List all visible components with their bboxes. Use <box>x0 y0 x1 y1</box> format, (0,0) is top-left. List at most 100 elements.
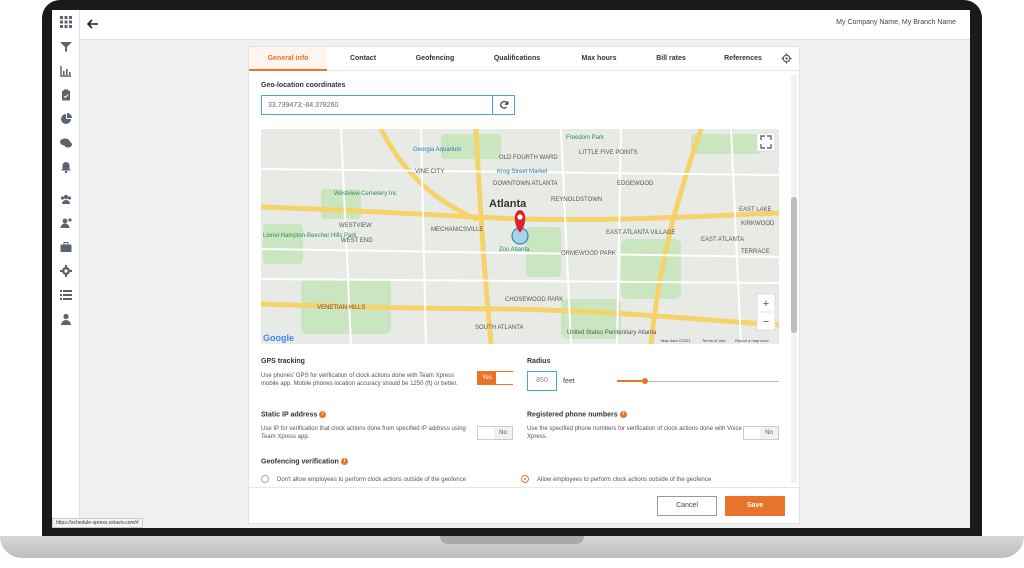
map-label-21: SOUTH ATLANTA <box>475 325 523 331</box>
employee-panel: General info Contact Geofencing Qualific… <box>248 46 800 524</box>
info-icon[interactable]: i <box>340 458 348 465</box>
phones-toggle[interactable]: No <box>743 426 779 440</box>
gear-icon[interactable] <box>60 265 72 277</box>
map-label-7: EDGEWOOD <box>617 181 654 187</box>
chart-icon[interactable] <box>60 65 72 77</box>
user-pin-icon[interactable] <box>60 217 72 229</box>
radius-slider-fill <box>617 380 645 382</box>
map-label-16: EAST LAKE <box>739 207 772 213</box>
map-label-10: MECHANICSVILLE <box>431 227 483 233</box>
pie-icon[interactable] <box>60 113 72 125</box>
phones-desc: Use the specified phone numbers for veri… <box>527 426 742 440</box>
laptop-frame: My Company Name, My Branch Name General … <box>0 0 1024 568</box>
geofence-map[interactable]: Georgia Aquarium Freedom Park LITTLE FIV… <box>261 129 779 344</box>
phones-title-text: Registered phone numbers <box>527 411 618 419</box>
save-button[interactable]: Save <box>725 496 785 516</box>
app-screen: My Company Name, My Branch Name General … <box>52 10 970 528</box>
grid-icon[interactable] <box>60 16 72 28</box>
map-terms-link: Terms of Use <box>702 338 726 343</box>
map-label-11: WESTVIEW <box>339 223 372 229</box>
map-label-14: EAST ATLANTA VILLAGE <box>606 230 675 236</box>
static-ip-title-text: Static IP address <box>261 411 318 419</box>
map-city-label: Atlanta <box>489 198 527 210</box>
map-label-18: Lionel Hampton-Beecher Hills Park <box>263 233 357 239</box>
gps-desc: Use phones' GPS for verification of cloc… <box>261 373 458 387</box>
map-label-2: LITTLE FIVE POINTS <box>579 150 638 156</box>
radius-slider-handle[interactable] <box>642 378 648 384</box>
refresh-icon <box>499 100 508 109</box>
tab-references[interactable]: References <box>707 47 779 71</box>
map-label-9: Westview Cemetery Inc <box>334 191 397 197</box>
users-icon[interactable] <box>60 193 72 205</box>
bell-icon[interactable] <box>60 161 72 174</box>
laptop-notch <box>440 536 584 544</box>
radius-input[interactable]: 850 <box>527 371 557 391</box>
map-label-5: Krog Street Market <box>497 169 548 175</box>
top-bar: My Company Name, My Branch Name <box>80 10 970 40</box>
tab-contact[interactable]: Contact <box>327 47 399 71</box>
static-ip-toggle[interactable]: No <box>477 426 513 440</box>
radius-title: Radius <box>527 358 551 365</box>
settings-gear-icon[interactable] <box>781 53 793 65</box>
map-label-8: REYNOLDSTOWN <box>551 197 602 203</box>
map-label-1: Freedom Park <box>566 135 605 141</box>
static-ip-toggle-label: No <box>494 427 512 439</box>
google-logo: Google <box>263 333 294 343</box>
status-bar-url: https://schedule-xpress.celaviv.com/# <box>52 518 143 528</box>
map-canvas[interactable]: Georgia Aquarium Freedom Park LITTLE FIV… <box>261 129 779 344</box>
geofence-option-allow-radio[interactable] <box>521 475 529 483</box>
tab-general-info[interactable]: General info <box>249 47 327 71</box>
map-label-24: TERRACE <box>741 249 770 255</box>
geofence-option-allow-label[interactable]: Allow employees to perform clock actions… <box>537 476 711 484</box>
map-label-13: Zoo Atlanta <box>499 247 530 253</box>
tab-bar: General info Contact Geofencing Qualific… <box>249 47 799 71</box>
cancel-button[interactable]: Cancel <box>657 496 717 516</box>
geofence-option-deny-label[interactable]: Don't allow employees to perform clock a… <box>277 476 466 484</box>
info-icon[interactable]: i <box>319 411 327 418</box>
map-label-22: United States Penitentiary Atlanta <box>567 330 657 336</box>
map-label-6: DOWNTOWN ATLANTA <box>493 181 558 187</box>
person-icon[interactable] <box>60 313 72 325</box>
list-icon[interactable] <box>60 289 72 301</box>
zoom-controls[interactable]: + − <box>756 293 776 331</box>
radius-unit: feet <box>563 378 575 385</box>
form-scroll-area[interactable]: Geo-location coordinates 33.739473;-84.3… <box>249 72 799 484</box>
map-report-link: Report a map error <box>735 338 769 343</box>
geofence-title: Geofencing verification i <box>261 458 348 465</box>
map-label-20: CHOSEWOOD PARK <box>505 297 563 303</box>
static-ip-desc: Use IP for verification that clock actio… <box>261 426 466 440</box>
sidebar <box>52 10 80 528</box>
tab-qualifications[interactable]: Qualifications <box>471 47 563 71</box>
gps-toggle[interactable]: Yes <box>477 371 514 385</box>
map-label-19: VENETIAN HILLS <box>317 305 365 311</box>
info-icon[interactable]: i <box>619 411 627 418</box>
geofence-option-deny-radio[interactable] <box>261 475 269 483</box>
gps-title: GPS tracking <box>261 358 305 365</box>
map-label-3: OLD FOURTH WARD <box>499 155 558 161</box>
coordinates-input[interactable] <box>261 95 493 115</box>
form-scrollbar-thumb[interactable] <box>791 197 797 333</box>
fullscreen-icon[interactable] <box>756 132 776 152</box>
geofence-title-text: Geofencing verification <box>261 458 339 466</box>
map-label-0: Georgia Aquarium <box>413 147 461 153</box>
tab-max-hours[interactable]: Max hours <box>563 47 635 71</box>
tab-bill-rates[interactable]: Bill rates <box>635 47 707 71</box>
map-label-23: EAST ATLANTA <box>701 237 744 243</box>
map-label-17: KIRKWOOD <box>741 221 775 227</box>
briefcase-icon[interactable] <box>60 241 72 253</box>
chat-icon[interactable] <box>60 137 72 149</box>
tab-geofencing[interactable]: Geofencing <box>399 47 471 71</box>
zoom-in-button[interactable]: + <box>763 298 769 310</box>
company-name[interactable]: My Company Name, My Branch Name <box>836 19 956 26</box>
filter-icon[interactable] <box>60 41 72 53</box>
panel-footer: Cancel Save <box>249 487 799 523</box>
zoom-out-button[interactable]: − <box>763 316 769 328</box>
map-attribution: Map data ©2021 <box>661 338 691 343</box>
clipboard-icon[interactable] <box>60 89 72 101</box>
map-label-4: VINE CITY <box>415 169 444 175</box>
toggle-knob <box>496 372 514 384</box>
back-arrow-icon[interactable] <box>86 17 102 33</box>
refresh-coordinates-button[interactable] <box>493 95 515 115</box>
static-ip-title: Static IP address i <box>261 411 327 419</box>
geo-title: Geo-location coordinates <box>261 82 346 89</box>
